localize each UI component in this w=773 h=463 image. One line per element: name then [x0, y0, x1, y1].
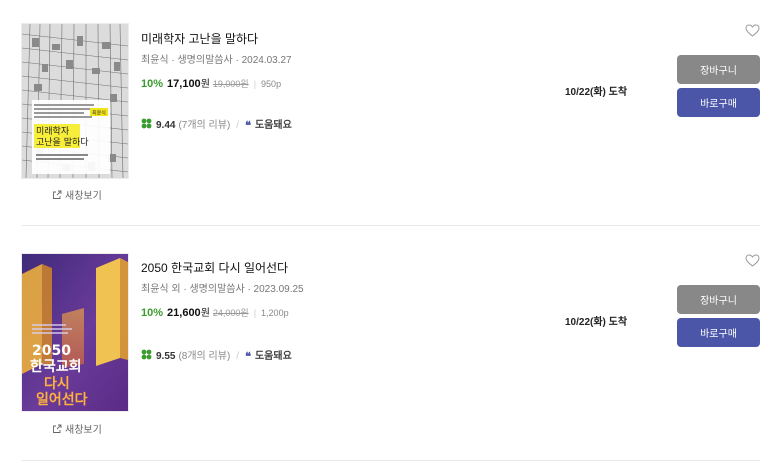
original-price: 19,000원 — [212, 79, 249, 89]
cover-badge: 최윤식 — [92, 110, 106, 117]
product-meta: 최윤식 · 생명의말씀사 · 2024.03.27 — [141, 55, 292, 66]
discount-rate: 10% — [141, 78, 164, 90]
product-meta: 최윤식 외 · 생명의말씀사 · 2023.09.25 — [141, 284, 304, 295]
item-divider — [22, 460, 760, 461]
buy-now-button[interactable]: 바로구매 — [677, 88, 760, 117]
book-cover[interactable]: 최윤식 미래학자 고난을 말하다 — [22, 24, 128, 178]
page-count: 1,200p — [261, 308, 289, 318]
divider: | — [253, 308, 257, 318]
cover-line1: 2050 — [32, 343, 71, 359]
new-window-link[interactable]: 새창보기 — [52, 187, 102, 202]
cover-title-line1: 미래학자 — [36, 126, 70, 137]
divider: / — [236, 119, 240, 131]
helpful-link[interactable]: 도움돼요 — [255, 120, 292, 132]
divider: / — [236, 350, 240, 362]
price-unit: 원 — [200, 308, 210, 319]
add-to-cart-button[interactable]: 장바구니 — [677, 55, 760, 84]
delivery-date: 10/22(화) 도착 — [565, 317, 628, 328]
product-item: 최윤식 미래학자 고난을 말하다 새창보기 미래학자 고난을 말하다 최윤식 ·… — [0, 0, 773, 230]
price-row: 10% 21,600 원 24,000원 | 1,200p — [141, 307, 304, 320]
quote-icon: ❝ — [245, 350, 251, 363]
cover-line2: 한국교회 — [30, 359, 82, 375]
product-info: 2050 한국교회 다시 일어선다 최윤식 외 · 생명의말씀사 · 2023.… — [141, 261, 304, 364]
cover-title-line2: 고난을 말하다 — [36, 136, 89, 148]
review-row: 9.44 (7개의 리뷰) / ❝ 도움돼요 — [141, 118, 292, 133]
quote-icon: ❝ — [245, 119, 251, 132]
heart-icon[interactable] — [745, 24, 760, 42]
rating-score: 9.44 — [156, 119, 176, 131]
add-to-cart-button[interactable]: 장바구니 — [677, 285, 760, 314]
new-window-label: 새창보기 — [65, 425, 102, 436]
discount-rate: 10% — [141, 307, 164, 319]
review-count[interactable]: (8개의 리뷰) — [178, 351, 230, 363]
review-count[interactable]: (7개의 리뷰) — [178, 120, 230, 132]
product-list: 최윤식 미래학자 고난을 말하다 새창보기 미래학자 고난을 말하다 최윤식 ·… — [0, 0, 773, 463]
new-window-label: 새창보기 — [65, 191, 102, 202]
product-info: 미래학자 고난을 말하다 최윤식 · 생명의말씀사 · 2024.03.27 1… — [141, 32, 292, 133]
sale-price: 17,100 — [167, 78, 201, 90]
product-title[interactable]: 미래학자 고난을 말하다 — [141, 32, 292, 46]
new-window-link[interactable]: 새창보기 — [52, 421, 102, 436]
cover-line3: 다시 — [44, 376, 70, 392]
original-price: 24,000원 — [212, 308, 249, 318]
heart-icon[interactable] — [745, 254, 760, 272]
sale-price: 21,600 — [167, 307, 201, 319]
buy-now-button[interactable]: 바로구매 — [677, 318, 760, 347]
divider: | — [253, 79, 257, 89]
page-count: 950p — [261, 79, 282, 89]
price-row: 10% 17,100 원 19,000원 | 950p — [141, 78, 292, 91]
clover-icon — [141, 118, 152, 133]
product-item: 2050 한국교회 다시 일어선다 새창보기 2050 한국교회 다시 일어선다… — [0, 230, 773, 460]
cover-line4: 일어선다 — [36, 391, 88, 408]
price-unit: 원 — [200, 79, 210, 90]
new-window-icon — [52, 190, 62, 200]
new-window-icon — [52, 424, 62, 434]
book-cover[interactable]: 2050 한국교회 다시 일어선다 — [22, 254, 128, 411]
clover-icon — [141, 349, 152, 364]
rating-score: 9.55 — [156, 350, 176, 362]
review-row: 9.55 (8개의 리뷰) / ❝ 도움돼요 — [141, 349, 304, 364]
product-title[interactable]: 2050 한국교회 다시 일어선다 — [141, 261, 304, 275]
helpful-link[interactable]: 도움돼요 — [255, 351, 292, 363]
item-divider — [22, 225, 760, 226]
delivery-date: 10/22(화) 도착 — [565, 87, 628, 98]
